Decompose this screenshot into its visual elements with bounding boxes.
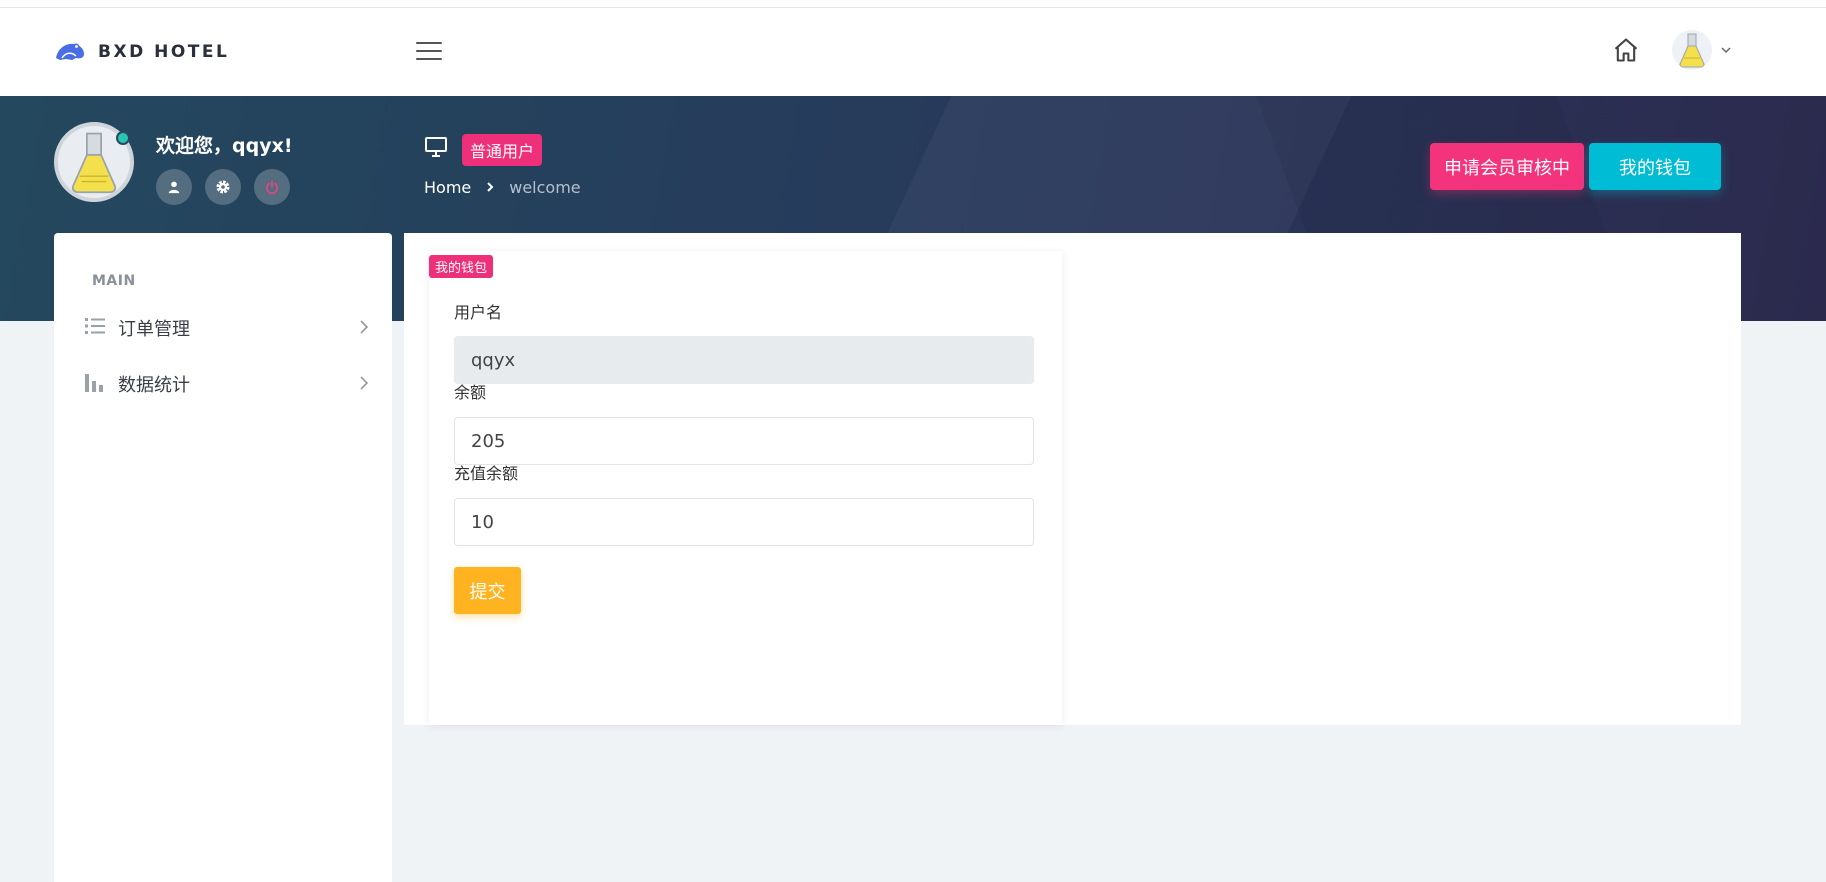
- balance-field[interactable]: 205: [454, 417, 1034, 465]
- chevron-down-icon: [1720, 41, 1732, 60]
- sidebar-section-title: MAIN: [92, 273, 136, 289]
- sidebar-item-label: 订单管理: [118, 319, 190, 340]
- my-wallet-button[interactable]: 我的钱包: [1589, 143, 1721, 190]
- monitor-icon: [424, 136, 448, 162]
- user-menu[interactable]: [1672, 30, 1732, 70]
- brand-name: BXD HOTEL: [98, 42, 230, 62]
- frog-logo-icon: [54, 38, 86, 66]
- balance-label: 余额: [454, 383, 487, 402]
- submit-button[interactable]: 提交: [454, 567, 521, 614]
- username-label: 用户名: [454, 303, 503, 322]
- breadcrumb-home[interactable]: Home: [424, 178, 471, 197]
- sidebar-item-orders[interactable]: 订单管理: [84, 310, 369, 346]
- breadcrumb: Home welcome: [424, 178, 581, 197]
- username-field[interactable]: qqyx: [454, 336, 1034, 384]
- brand-logo[interactable]: BXD HOTEL: [54, 38, 229, 66]
- sidebar-item-statistics[interactable]: 数据统计: [84, 366, 369, 402]
- sidebar: MAIN 订单管理 数据统计: [54, 233, 392, 882]
- welcome-text: 欢迎您，qqyx!: [156, 135, 293, 157]
- recharge-field[interactable]: 10: [454, 498, 1034, 546]
- top-navbar: BXD HOTEL: [0, 8, 1826, 96]
- wallet-card-badge: 我的钱包: [429, 255, 494, 278]
- chevron-right-icon: [359, 319, 369, 339]
- avatar: [1672, 30, 1712, 70]
- power-icon[interactable]: [254, 169, 290, 205]
- top-border: [0, 0, 1826, 8]
- bar-chart-icon: [84, 372, 106, 396]
- home-icon[interactable]: [1612, 36, 1642, 66]
- recharge-label: 充值余额: [454, 464, 519, 483]
- user-profile-icon[interactable]: [156, 169, 192, 205]
- menu-toggle-icon[interactable]: [416, 42, 442, 62]
- chevron-right-icon: [485, 178, 495, 197]
- wallet-card: 我的钱包 用户名 qqyx 余额 205 充值余额 10 提交: [429, 251, 1062, 725]
- chevron-right-icon: [359, 375, 369, 395]
- main-content: 我的钱包 用户名 qqyx 余额 205 充值余额 10 提交: [404, 233, 1741, 725]
- sidebar-item-label: 数据统计: [118, 375, 190, 396]
- online-status-dot: [116, 131, 130, 145]
- list-icon: [84, 316, 106, 340]
- profile-actions: [156, 169, 290, 205]
- role-badge: 普通用户: [462, 134, 543, 166]
- gear-icon[interactable]: [205, 169, 241, 205]
- apply-member-button[interactable]: 申请会员审核中: [1430, 143, 1584, 190]
- breadcrumb-current: welcome: [509, 178, 581, 197]
